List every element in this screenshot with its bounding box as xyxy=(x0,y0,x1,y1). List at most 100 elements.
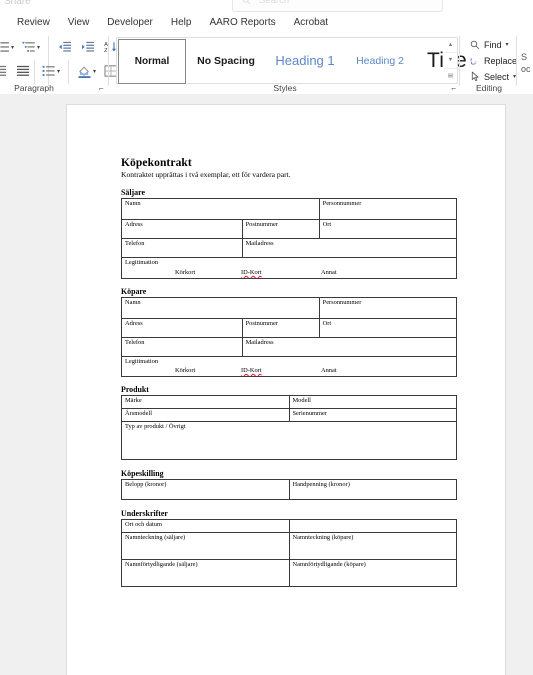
cell-namnteckning-kopare[interactable]: Namnteckning (köpare) xyxy=(288,532,457,561)
cell-arsmodell[interactable]: Årsmodell xyxy=(121,408,290,423)
cell-telefon[interactable]: Telefon xyxy=(121,336,243,357)
ribbon-tab-bar: Review View Developer Help AARO Reports … xyxy=(0,13,533,32)
legit-option-idkort[interactable]: ID-Kort xyxy=(241,367,262,374)
justify-button[interactable] xyxy=(14,62,32,80)
table-underskrifter[interactable]: Ort och datum Namnteckning (säljare) Nam… xyxy=(121,519,457,588)
replace-button[interactable]: a c Replace xyxy=(468,53,518,68)
style-no-spacing[interactable]: No Spacing xyxy=(187,38,265,83)
legit-option-korkort[interactable]: Körkort xyxy=(175,367,195,374)
legit-option-annat[interactable]: Annat xyxy=(321,367,337,374)
clipped-label-1[interactable]: S xyxy=(521,52,527,62)
tab-developer[interactable]: Developer xyxy=(98,13,162,32)
cell-ort[interactable]: Ort xyxy=(318,317,458,338)
section-heading-kopare: Köpare xyxy=(121,286,147,296)
cell-personnummer[interactable]: Personnummer xyxy=(318,198,458,221)
tab-help[interactable]: Help xyxy=(162,13,201,32)
cell-serienummer[interactable]: Serienummer xyxy=(288,408,457,423)
bullets-chevron-down-icon[interactable]: ▾ xyxy=(8,38,17,56)
cell-adress[interactable]: Adress xyxy=(121,317,243,338)
cell-adress[interactable]: Adress xyxy=(121,219,243,240)
cell-namnfortydligande-saljare[interactable]: Namnförtydligande (säljare) xyxy=(121,559,290,588)
cell-namnteckning-saljare[interactable]: Namnteckning (säljare) xyxy=(121,532,290,561)
table-saljare[interactable]: Namn Personnummer Adress Postnummer Ort … xyxy=(121,198,458,279)
cell-typ-av-produkt[interactable]: Typ av produkt / Övrigt xyxy=(121,421,457,461)
cell-telefon[interactable]: Telefon xyxy=(121,238,243,259)
table-row: Namn Personnummer xyxy=(121,198,458,221)
styles-gallery-scrollbar[interactable]: ▲ ▼ ▤ xyxy=(444,37,458,84)
ribbon-group-styles: Normal No Spacing Heading 1 Heading 2 Ti… xyxy=(110,32,467,94)
cell-handpenning[interactable]: Handpenning (kronor) xyxy=(288,479,457,501)
cell-namnfortydligande-kopare[interactable]: Namnförtydligande (köpare) xyxy=(288,559,457,588)
ribbon-group-label-editing: Editing xyxy=(476,83,502,93)
ribbon-group-editing: Find ▾ a c Replace Select ▾ Editing xyxy=(462,32,518,94)
line-spacing-chevron-down-icon[interactable]: ▾ xyxy=(54,62,63,80)
table-row: Namnförtydligande (säljare) Namnförtydli… xyxy=(121,559,457,588)
search-box[interactable]: Search xyxy=(232,0,443,12)
replace-icon: a c xyxy=(468,55,482,66)
style-heading-1[interactable]: Heading 1 xyxy=(265,38,345,83)
cell-mailadress[interactable]: Mailadress xyxy=(241,238,458,259)
cell-marke[interactable]: Märke xyxy=(121,395,290,410)
section-heading-underskrifter: Underskrifter xyxy=(121,509,168,519)
cell-modell[interactable]: Modell xyxy=(288,395,457,410)
cell-ort[interactable]: Ort xyxy=(318,219,458,240)
cell-mailadress[interactable]: Mailadress xyxy=(241,336,458,357)
select-button[interactable]: Select ▾ xyxy=(468,69,516,84)
section-underskrifter: Underskrifter Ort och datum Namnteckning… xyxy=(121,509,457,588)
section-kopare: Köpare Namn Personnummer Adress Postnumm… xyxy=(121,286,458,378)
paragraph-dialog-launcher[interactable]: ⌐ xyxy=(99,85,104,93)
ribbon-divider xyxy=(459,36,460,86)
legit-option-annat[interactable]: Annat xyxy=(321,269,337,276)
search-input[interactable]: Search xyxy=(259,0,289,6)
multilevel-list-chevron-down-icon[interactable]: ▾ xyxy=(34,38,43,56)
align-right-button[interactable] xyxy=(0,62,9,80)
shading-chevron-down-icon[interactable]: ▾ xyxy=(90,62,99,80)
legit-option-korkort[interactable]: Körkort xyxy=(175,269,195,276)
styles-dialog-launcher[interactable]: ⌐ xyxy=(451,85,456,93)
styles-scroll-down-icon[interactable]: ▼ xyxy=(444,53,457,69)
tab-view[interactable]: View xyxy=(59,13,99,32)
clipped-label-2[interactable]: oc xyxy=(521,64,531,74)
decrease-indent-button[interactable] xyxy=(56,38,74,56)
search-icon xyxy=(468,40,482,50)
title-bar: Share Search xyxy=(0,0,533,13)
svg-text:c: c xyxy=(474,60,477,66)
styles-more-icon[interactable]: ▤ xyxy=(444,69,457,83)
table-kopare[interactable]: Namn Personnummer Adress Postnummer Ort … xyxy=(121,296,458,378)
document-canvas[interactable]: Köpekontrakt Kontraktet upprättas i två … xyxy=(0,94,533,675)
document-page[interactable]: Köpekontrakt Kontraktet upprättas i två … xyxy=(67,105,505,675)
increase-indent-button[interactable] xyxy=(79,38,97,56)
cell-ort-och-datum[interactable]: Ort och datum xyxy=(121,519,290,534)
cursor-icon xyxy=(468,71,482,82)
styles-scroll-up-icon[interactable]: ▲ xyxy=(444,38,457,54)
cell-personnummer[interactable]: Personnummer xyxy=(318,296,458,319)
find-button[interactable]: Find ▾ xyxy=(468,37,509,52)
table-row: Namn Personnummer xyxy=(121,296,458,319)
find-chevron-down-icon[interactable]: ▾ xyxy=(506,41,509,48)
cell-namn[interactable]: Namn xyxy=(121,198,320,221)
table-row: Typ av produkt / Övrigt xyxy=(121,421,457,461)
legitimation-label: Legitimation xyxy=(125,357,159,365)
tab-acrobat[interactable]: Acrobat xyxy=(285,13,337,32)
find-label: Find xyxy=(484,39,502,50)
cell-belopp[interactable]: Belopp (kronor) xyxy=(121,479,290,501)
table-produkt[interactable]: Märke Modell Årsmodell Serienummer Typ a… xyxy=(121,395,457,461)
styles-gallery[interactable]: Normal No Spacing Heading 1 Heading 2 Ti… xyxy=(116,37,467,84)
tab-review[interactable]: Review xyxy=(8,13,59,32)
ribbon-group-label-paragraph: Paragraph xyxy=(14,83,54,93)
style-heading-2[interactable]: Heading 2 xyxy=(345,38,415,83)
cell-namn[interactable]: Namn xyxy=(121,296,320,319)
document-subtitle: Kontraktet upprättas i två exemplar, ett… xyxy=(121,170,291,179)
replace-label: Replace xyxy=(484,55,518,66)
share-button-remnant[interactable]: Share xyxy=(4,0,31,7)
cell-postnummer[interactable]: Postnummer xyxy=(241,219,320,240)
style-normal[interactable]: Normal xyxy=(118,39,186,84)
tab-aaro-reports[interactable]: AARO Reports xyxy=(200,13,284,32)
legit-option-idkort[interactable]: ID-Kort xyxy=(241,269,262,276)
cell-legitimation[interactable]: Legitimation Körkort ID-Kort Annat xyxy=(121,257,457,279)
cell-legitimation[interactable]: Legitimation Körkort ID-Kort Annat xyxy=(121,355,457,378)
table-kopeskilling[interactable]: Belopp (kronor) Handpenning (kronor) xyxy=(121,479,457,501)
cell-postnummer[interactable]: Postnummer xyxy=(241,317,320,338)
table-row: Telefon Mailadress xyxy=(121,336,458,357)
cell-ort-och-datum-right[interactable] xyxy=(288,519,457,534)
